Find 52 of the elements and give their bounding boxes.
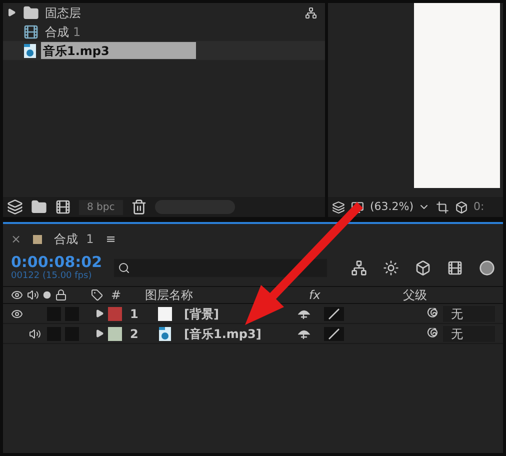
trash-icon[interactable]	[130, 199, 147, 215]
label-swatch-icon	[33, 234, 42, 244]
item-name: 音乐1.mp3	[41, 42, 196, 59]
zoom-dropdown[interactable]: (63.2%)	[370, 198, 430, 216]
item-name: 固态层	[44, 4, 82, 21]
frame-info: 00122 (15.00 fps)	[11, 272, 93, 281]
visibility-icon[interactable]	[11, 308, 23, 320]
parent-dropdown[interactable]: 无	[443, 306, 495, 322]
layer-number: 1	[129, 306, 140, 322]
layer-number: 2	[129, 326, 140, 342]
audio-icon[interactable]	[27, 289, 39, 301]
visibility-icon[interactable]	[11, 289, 23, 301]
audio-file-icon	[158, 326, 172, 342]
lock-icon[interactable]	[55, 289, 67, 301]
solid-swatch-icon	[158, 306, 172, 320]
audio-icon[interactable]	[29, 328, 41, 340]
bit-depth-button[interactable]: 8 bpc	[79, 200, 123, 214]
motion-blur-icon[interactable]	[479, 260, 495, 276]
composition-tab[interactable]: 合成 1	[54, 230, 94, 248]
parent-dropdown[interactable]: 无	[443, 326, 495, 342]
folder-icon	[23, 4, 39, 20]
project-item[interactable]: 合成 1	[3, 22, 325, 41]
label-color-swatch[interactable]	[108, 326, 122, 340]
quality-switch-icon[interactable]	[324, 326, 344, 340]
composition-icon	[23, 24, 39, 40]
menu-button[interactable]: ≡	[106, 230, 116, 248]
fx-column-header[interactable]: fx	[309, 286, 399, 304]
solo-icon[interactable]	[43, 291, 51, 299]
search-field[interactable]	[114, 259, 327, 277]
close-button[interactable]: ×	[11, 230, 22, 248]
name-column-header[interactable]: 图层名称	[145, 286, 305, 304]
parent-column-header[interactable]: 父级	[403, 286, 427, 304]
number-column-header[interactable]: #	[111, 286, 141, 304]
flowchart-icon[interactable]	[351, 260, 367, 276]
new-folder-icon[interactable]	[31, 199, 47, 215]
layer-name[interactable]: [音乐1.mp3]	[184, 324, 294, 342]
project-item[interactable]: 固态层	[3, 3, 325, 22]
flowchart-icon[interactable]	[305, 6, 317, 18]
label-icon[interactable]	[91, 289, 103, 301]
audio-file-icon	[23, 42, 37, 58]
search-icon	[118, 262, 130, 274]
timecode-text: 0:	[474, 198, 484, 215]
expand-arrow-icon[interactable]	[6, 8, 16, 17]
current-timecode[interactable]: 0:00:08:02	[11, 255, 102, 270]
layer-name[interactable]: [背景]	[184, 304, 294, 322]
quality-switch-icon[interactable]	[324, 306, 344, 320]
expand-arrow-icon[interactable]	[95, 329, 104, 338]
layer-row[interactable]: 2 [音乐1.mp3] 无	[3, 324, 503, 344]
expand-arrow-icon[interactable]	[95, 309, 104, 318]
label-color-swatch[interactable]	[108, 306, 122, 320]
project-item[interactable]: 音乐1.mp3	[3, 41, 325, 60]
item-name: 合成 1	[44, 24, 82, 40]
